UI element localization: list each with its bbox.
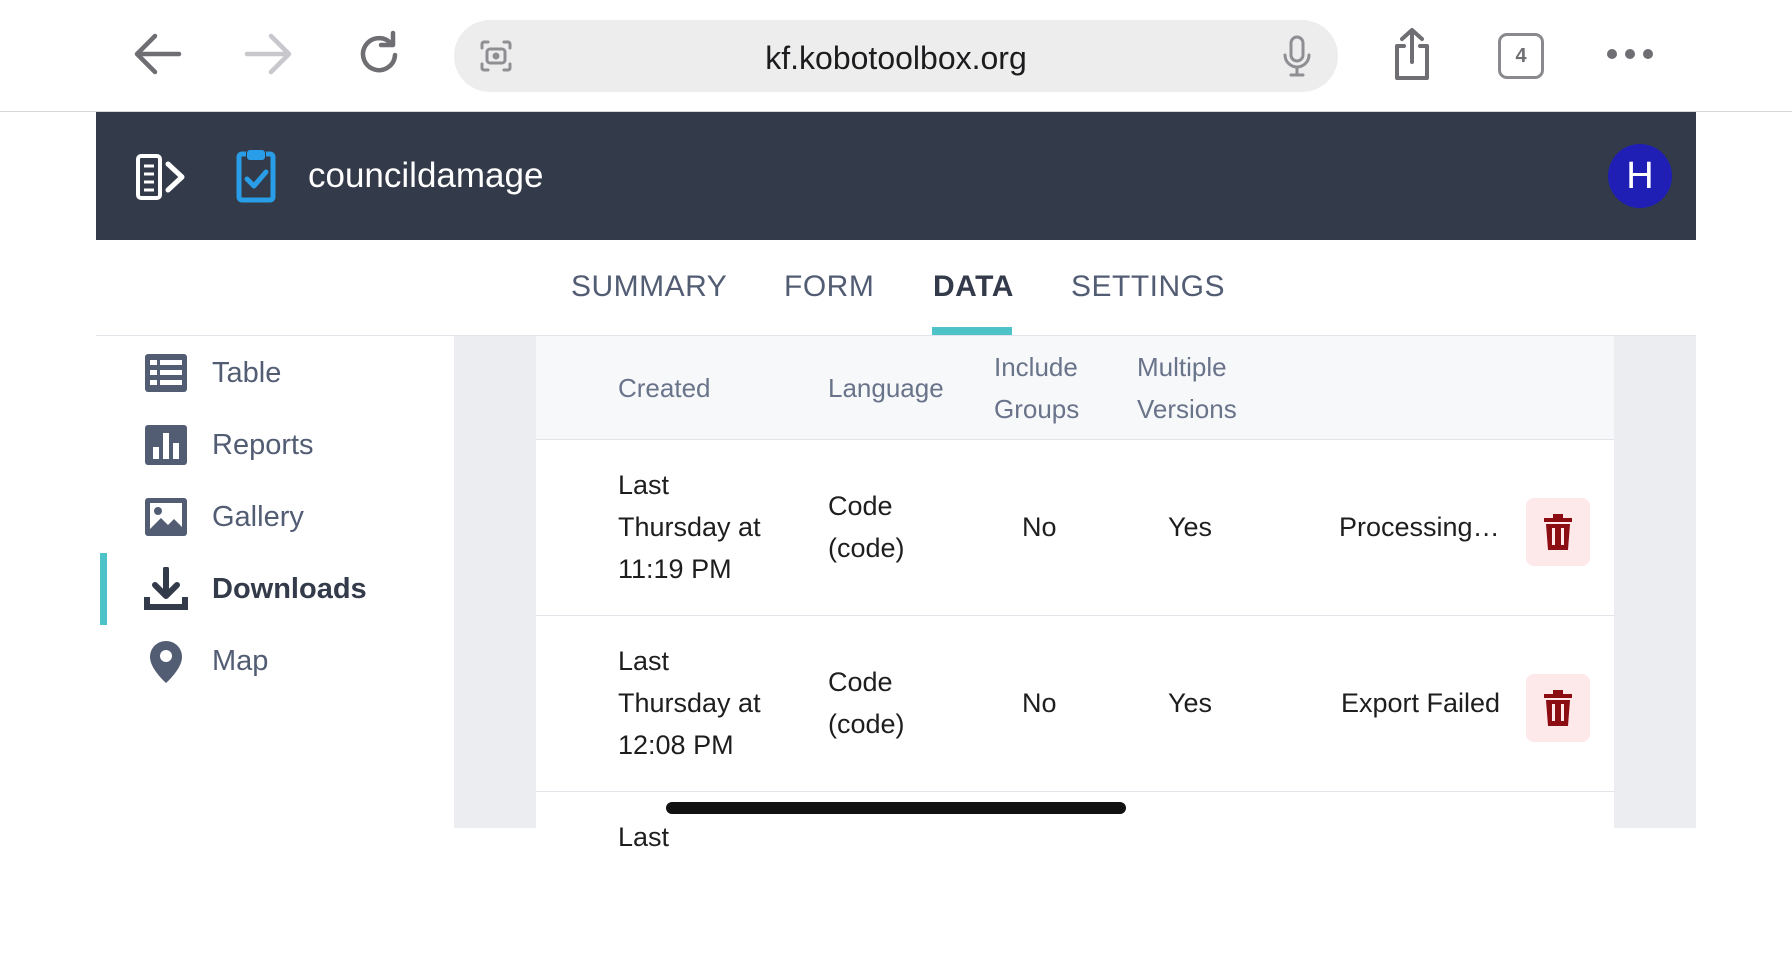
- cell-created: Last Thursday at 12:08 PM: [618, 646, 761, 760]
- column-header-language: Language: [828, 373, 944, 403]
- microphone-icon[interactable]: [1282, 34, 1312, 83]
- table-row: Last: [536, 792, 1614, 968]
- arrow-right-icon: [244, 33, 292, 75]
- sidebar-item-label: Map: [212, 645, 269, 677]
- sidebar-item-reports[interactable]: Reports: [96, 409, 454, 481]
- cell-created: Last: [618, 822, 670, 852]
- tab-settings[interactable]: SETTINGS: [1071, 270, 1225, 304]
- cell-multiple-versions: Yes: [1168, 512, 1213, 542]
- app-header: councildamage H: [96, 112, 1696, 240]
- delete-export-button[interactable]: [1526, 498, 1590, 566]
- table-header: Created Language Include Groups Multiple…: [536, 336, 1614, 440]
- menu-toggle-icon[interactable]: [136, 152, 188, 207]
- column-header-created: Created: [618, 373, 711, 403]
- delete-export-button[interactable]: [1526, 674, 1590, 742]
- home-indicator[interactable]: [666, 802, 1126, 814]
- address-bar[interactable]: kf.kobotoolbox.org: [454, 20, 1338, 92]
- column-header-include-groups: Include Groups: [994, 352, 1080, 424]
- trash-icon: [1544, 690, 1572, 726]
- table-icon: [144, 351, 188, 395]
- cell-include-groups: No: [1022, 688, 1057, 718]
- status-text: Processing…: [1339, 512, 1500, 542]
- sidebar-item-label: Gallery: [212, 501, 304, 533]
- tabs-button[interactable]: 4: [1498, 33, 1544, 79]
- image-icon: [144, 495, 188, 539]
- tab-data[interactable]: DATA: [933, 270, 1014, 304]
- sidebar-item-table[interactable]: Table: [96, 337, 454, 409]
- forward-button[interactable]: [238, 24, 298, 84]
- table-row: Last Thursday at 12:08 PM Code (code) No…: [536, 616, 1614, 792]
- reload-button[interactable]: [350, 24, 410, 84]
- tab-summary[interactable]: SUMMARY: [571, 270, 727, 304]
- sidebar-item-downloads[interactable]: Downloads: [96, 553, 454, 625]
- sidebar-item-map[interactable]: Map: [96, 625, 454, 697]
- cell-include-groups: No: [1022, 512, 1057, 542]
- ellipsis-icon: [1607, 49, 1653, 59]
- bar-chart-icon: [144, 423, 188, 467]
- project-tabs: SUMMARY FORM DATA SETTINGS: [96, 240, 1696, 336]
- url-text[interactable]: kf.kobotoolbox.org: [454, 40, 1338, 77]
- project-title: councildamage: [308, 156, 544, 195]
- active-sidebar-indicator: [100, 553, 107, 625]
- sidebar-item-label: Reports: [212, 429, 314, 461]
- map-pin-icon: [144, 639, 188, 683]
- reload-icon: [360, 30, 398, 73]
- tab-form[interactable]: FORM: [784, 270, 874, 304]
- cell-created: Last Thursday at 11:19 PM: [618, 470, 761, 584]
- more-button[interactable]: [1600, 24, 1660, 84]
- data-sidebar: Table Reports Gallery Downloads Map: [96, 336, 454, 828]
- column-header-multiple-versions: Multiple Versions: [1137, 352, 1237, 424]
- form-deployed-icon: [236, 148, 276, 209]
- active-tab-indicator: [932, 327, 1012, 335]
- share-icon: [1395, 28, 1429, 80]
- sidebar-item-label: Table: [212, 357, 282, 389]
- sidebar-item-gallery[interactable]: Gallery: [96, 481, 454, 553]
- browser-toolbar: kf.kobotoolbox.org 4: [0, 0, 1792, 112]
- sidebar-item-label: Downloads: [212, 573, 367, 605]
- trash-icon: [1544, 514, 1572, 550]
- cell-multiple-versions: Yes: [1168, 688, 1213, 718]
- share-button[interactable]: [1382, 24, 1442, 84]
- arrow-left-icon: [134, 33, 182, 75]
- avatar[interactable]: H: [1608, 144, 1672, 208]
- table-row: Last Thursday at 11:19 PM Code (code) No…: [536, 440, 1614, 616]
- status-text: Export Failed: [1341, 688, 1501, 718]
- exports-table: Created Language Include Groups Multiple…: [536, 336, 1614, 968]
- cell-language: Code (code): [828, 667, 905, 739]
- back-button[interactable]: [128, 24, 188, 84]
- download-icon: [144, 566, 188, 611]
- cell-language: Code (code): [828, 491, 905, 563]
